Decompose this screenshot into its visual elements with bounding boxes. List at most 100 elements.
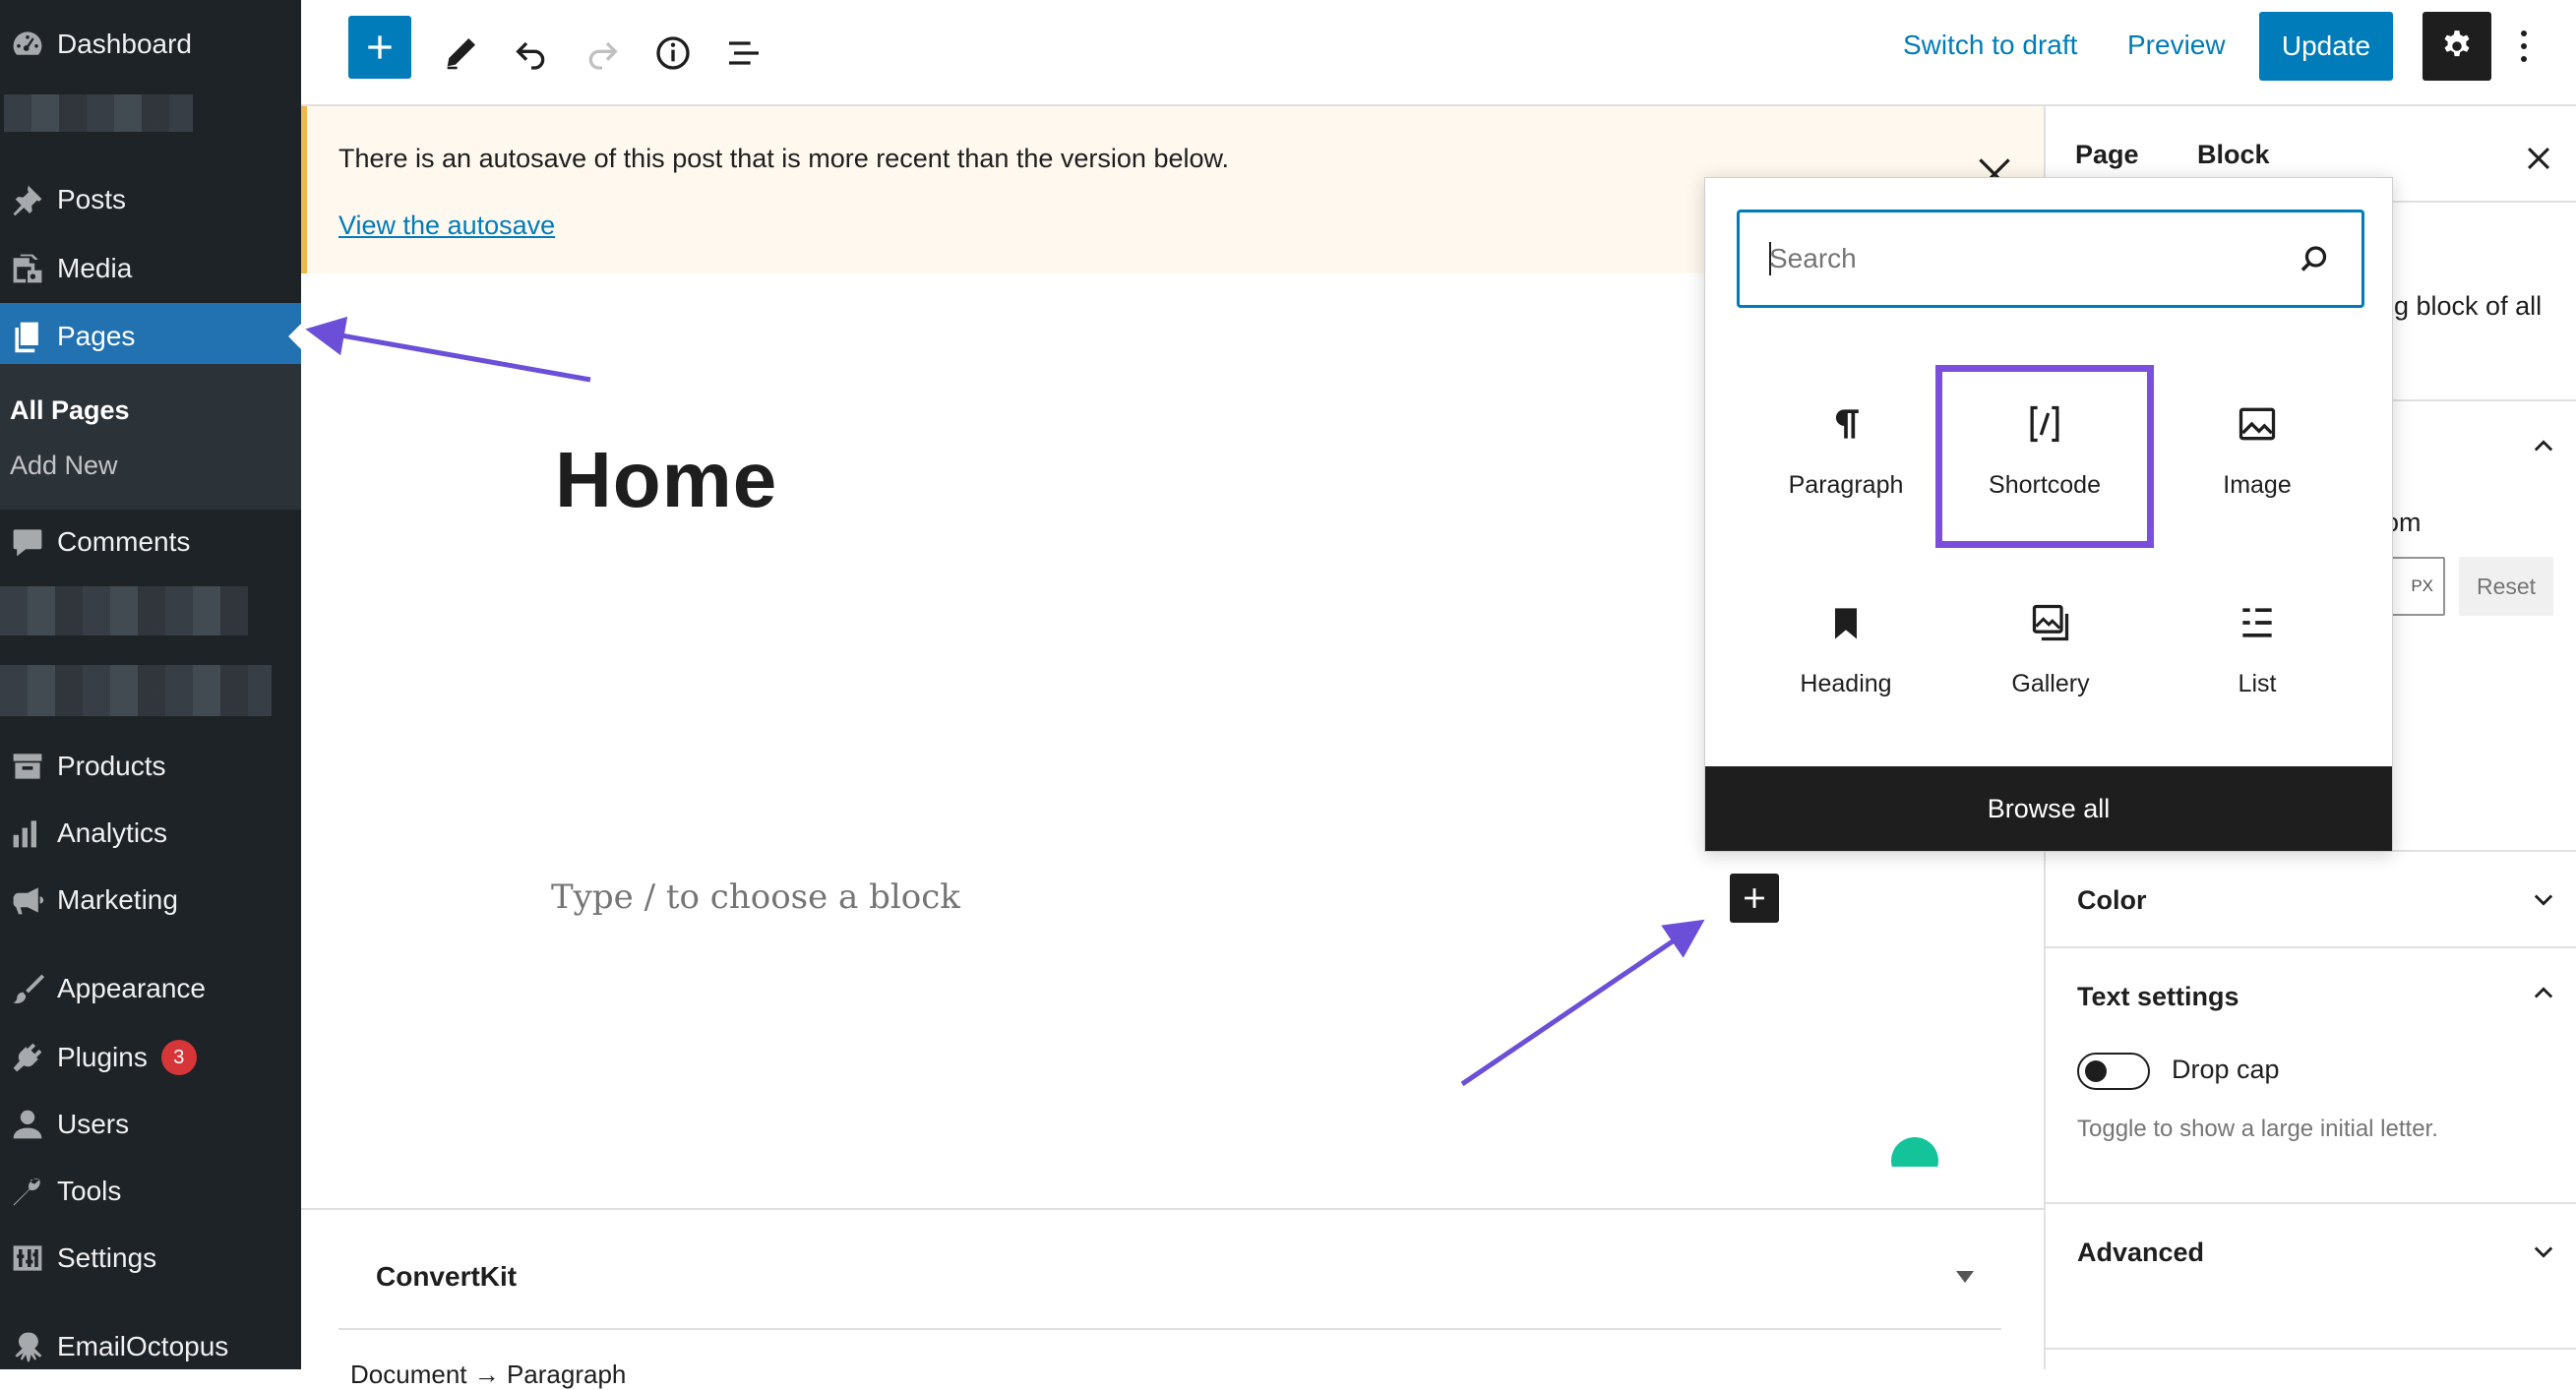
inline-add-block-button[interactable] [1730, 874, 1779, 923]
sidebar-item-label: Pages [57, 321, 136, 351]
block-label: Shortcode [1989, 471, 2101, 499]
drop-cap-toggle[interactable] [2077, 1053, 2150, 1090]
view-autosave-link[interactable]: View the autosave [338, 211, 555, 241]
block-paragraph[interactable]: Paragraph [1737, 365, 1955, 546]
search-input[interactable] [1740, 212, 2291, 305]
sidebar-item-emailoctopus[interactable]: EmailOctopus [0, 1316, 301, 1377]
sidebar-item-marketing[interactable]: Marketing [0, 870, 301, 931]
tab-page[interactable]: Page [2075, 140, 2139, 170]
sidebar-item-label: Comments [57, 526, 191, 557]
chevron-down-icon[interactable] [2530, 1238, 2557, 1265]
submenu-all-pages[interactable]: All Pages [10, 395, 130, 426]
undo-button[interactable] [500, 22, 563, 85]
advanced-section-title[interactable]: Advanced [2077, 1238, 2204, 1268]
plugins-update-badge: 3 [160, 1040, 197, 1075]
sidebar-item-plugins[interactable]: Plugins 3 [0, 1027, 301, 1088]
gear-icon [2444, 30, 2470, 57]
shortcode-icon [2023, 402, 2066, 446]
update-button[interactable]: Update [2259, 12, 2393, 81]
pages-submenu: All Pages Add New [0, 364, 301, 510]
sidebar-item-label: Users [57, 1109, 130, 1139]
switch-to-draft-button[interactable]: Switch to draft [1903, 30, 2077, 61]
block-list[interactable]: List [2148, 564, 2366, 745]
pages-icon [0, 319, 55, 354]
tools-button[interactable] [429, 22, 492, 85]
search-box [1737, 210, 2364, 308]
chevron-up-icon[interactable] [2530, 980, 2557, 1007]
media-icon [0, 251, 55, 286]
reset-button[interactable]: Reset [2459, 557, 2553, 616]
sidebar-item-appearance[interactable]: Appearance [0, 958, 301, 1019]
preview-button[interactable]: Preview [2127, 30, 2226, 61]
sidebar-item-media[interactable]: Media [0, 238, 301, 299]
divider [2046, 1202, 2576, 1204]
color-section-title[interactable]: Color [2077, 885, 2147, 916]
sidebar-item-tools[interactable]: Tools [0, 1161, 301, 1222]
settings-sliders-icon [0, 1240, 55, 1276]
options-menu-button[interactable] [2509, 14, 2539, 79]
text-caret [1769, 242, 1771, 275]
sidebar-item-label: Media [57, 253, 133, 283]
plus-icon [1745, 888, 1764, 908]
submenu-add-new[interactable]: Add New [10, 451, 118, 481]
divider [2046, 946, 2576, 948]
redo-icon [588, 41, 618, 70]
text-settings-title[interactable]: Text settings [2077, 982, 2239, 1012]
redo-button[interactable] [571, 22, 634, 85]
sidebar-item-label: Analytics [57, 817, 168, 848]
sidebar-item-label: Marketing [57, 884, 178, 915]
chevron-down-icon[interactable] [2530, 885, 2557, 913]
block-placeholder[interactable]: Type / to choose a block [551, 877, 960, 917]
block-gallery[interactable]: Gallery [1941, 564, 2160, 745]
admin-sidebar: Dashboard Posts Media Pages All Pages Ad… [0, 0, 302, 1369]
close-icon[interactable] [2522, 142, 2555, 175]
block-label: Gallery [2011, 670, 2090, 697]
sidebar-item-dashboard[interactable]: Dashboard [0, 14, 301, 75]
meta-boxes: ConvertKit Document → Paragraph [301, 1208, 2044, 1389]
pilcrow-icon [1824, 402, 1868, 446]
bar-chart-icon [0, 816, 55, 851]
block-label: List [2238, 670, 2277, 697]
plugin-icon [0, 1040, 55, 1075]
sidebar-item-label: Products [57, 751, 166, 781]
sidebar-item-users[interactable]: Users [0, 1094, 301, 1155]
sidebar-item-posts[interactable]: Posts [0, 169, 301, 230]
list-icon [2236, 601, 2279, 644]
sidebar-item-comments[interactable]: Comments [0, 512, 301, 573]
block-label: Heading [1800, 670, 1892, 697]
sidebar-item-products[interactable]: Products [0, 736, 301, 797]
editor-toolbar: Switch to draft Preview Update [301, 0, 2576, 106]
block-label: Paragraph [1788, 471, 1904, 499]
sidebar-item-pages[interactable]: Pages [0, 303, 302, 370]
list-view-button[interactable] [712, 22, 775, 85]
divider [2046, 1348, 2576, 1350]
image-icon [2236, 402, 2279, 446]
caret-down-icon[interactable] [1956, 1271, 1974, 1283]
block-image[interactable]: Image [2148, 365, 2366, 546]
settings-toggle-button[interactable] [2423, 12, 2491, 81]
sidebar-item-label: Dashboard [57, 29, 192, 59]
font-size-unit[interactable]: PX [2386, 557, 2445, 616]
block-shortcode[interactable]: Shortcode [1935, 365, 2154, 548]
gallery-icon [2029, 601, 2072, 644]
block-heading[interactable]: Heading [1737, 564, 1955, 745]
block-breadcrumb[interactable]: Document → Paragraph [350, 1360, 626, 1390]
blurred-menu-item [0, 665, 272, 716]
sidebar-item-label: Tools [57, 1176, 122, 1206]
notice-message: There is an autosave of this post that i… [338, 144, 1230, 173]
block-label: Image [2223, 471, 2292, 499]
details-button[interactable] [642, 22, 705, 85]
block-inserter-toggle[interactable] [348, 16, 411, 79]
dot-icon [2521, 43, 2527, 49]
tab-block[interactable]: Block [2197, 140, 2270, 170]
chevron-up-icon[interactable] [2530, 433, 2557, 460]
sidebar-item-analytics[interactable]: Analytics [0, 803, 301, 864]
plus-icon [368, 35, 392, 59]
grammarly-icon[interactable] [1891, 1137, 1938, 1167]
convertkit-metabox[interactable]: ConvertKit [338, 1210, 2001, 1330]
browse-all-button[interactable]: Browse all [1705, 766, 2392, 851]
sidebar-item-label: Settings [57, 1242, 157, 1273]
page-title[interactable]: Home [555, 435, 777, 525]
drop-cap-help: Toggle to show a large initial letter. [2077, 1116, 2438, 1142]
sidebar-item-settings[interactable]: Settings [0, 1228, 301, 1289]
